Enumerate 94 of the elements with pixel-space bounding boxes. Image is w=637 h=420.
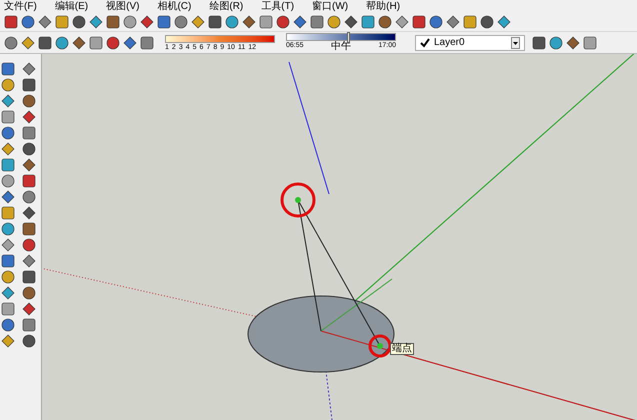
square-icon[interactable] xyxy=(55,15,69,29)
diamond-icon[interactable] xyxy=(1,190,15,204)
square-icon[interactable] xyxy=(1,302,15,316)
diamond-icon[interactable] xyxy=(22,206,36,220)
square-icon[interactable] xyxy=(1,110,15,124)
square-icon[interactable] xyxy=(1,62,15,76)
slider-thumb[interactable] xyxy=(347,32,350,43)
diamond-icon[interactable] xyxy=(22,254,36,268)
diamond-icon[interactable] xyxy=(344,15,358,29)
square-icon[interactable] xyxy=(22,270,36,284)
circle-icon[interactable] xyxy=(174,15,188,29)
diamond-icon[interactable] xyxy=(38,15,52,29)
square-icon[interactable] xyxy=(106,15,120,29)
diamond-icon[interactable] xyxy=(123,36,137,50)
diamond-icon[interactable] xyxy=(1,286,15,300)
diamond-icon[interactable] xyxy=(1,334,15,348)
circle-icon[interactable] xyxy=(22,142,36,156)
square-icon[interactable] xyxy=(583,36,597,50)
diamond-icon[interactable] xyxy=(395,15,409,29)
square-icon[interactable] xyxy=(1,206,15,220)
diamond-icon[interactable] xyxy=(21,36,35,50)
circle-icon[interactable] xyxy=(549,36,563,50)
menu-item[interactable]: 帮助(H) xyxy=(366,2,400,12)
menu-item[interactable]: 工具(T) xyxy=(261,2,294,12)
diamond-icon[interactable] xyxy=(1,142,15,156)
circle-icon[interactable] xyxy=(21,15,35,29)
diamond-icon[interactable] xyxy=(293,15,307,29)
circle-icon[interactable] xyxy=(225,15,239,29)
circle-icon[interactable] xyxy=(1,174,15,188)
diamond-icon[interactable] xyxy=(1,238,15,252)
square-icon[interactable] xyxy=(89,36,103,50)
square-icon[interactable] xyxy=(259,15,273,29)
square-icon[interactable] xyxy=(361,15,375,29)
circle-icon[interactable] xyxy=(1,78,15,92)
circle-icon[interactable] xyxy=(72,15,86,29)
square-icon[interactable] xyxy=(38,36,52,50)
circle-icon[interactable] xyxy=(429,15,443,29)
diamond-icon[interactable] xyxy=(566,36,580,50)
time-slider[interactable] xyxy=(286,33,396,41)
diamond-icon[interactable] xyxy=(497,15,511,29)
circle-icon[interactable] xyxy=(378,15,392,29)
square-icon[interactable] xyxy=(532,36,546,50)
circle-icon[interactable] xyxy=(1,222,15,236)
circle-icon[interactable] xyxy=(327,15,341,29)
square-icon[interactable] xyxy=(463,15,477,29)
menu-item[interactable]: 文件(F) xyxy=(4,2,37,12)
square-icon[interactable] xyxy=(1,158,15,172)
square-icon[interactable] xyxy=(1,254,15,268)
menu-item[interactable]: 绘图(R) xyxy=(209,2,244,12)
square-icon[interactable] xyxy=(22,318,36,332)
diamond-icon[interactable] xyxy=(191,15,205,29)
circle-icon[interactable] xyxy=(22,286,36,300)
diamond-icon[interactable] xyxy=(22,62,36,76)
circle-icon[interactable] xyxy=(22,94,36,108)
circle-icon[interactable] xyxy=(55,36,69,50)
circle-icon[interactable] xyxy=(1,318,15,332)
circle-icon[interactable] xyxy=(22,190,36,204)
square-icon[interactable] xyxy=(22,174,36,188)
square-icon[interactable] xyxy=(140,36,154,50)
diamond-icon[interactable] xyxy=(22,158,36,172)
diamond-icon[interactable] xyxy=(446,15,460,29)
square-icon[interactable] xyxy=(157,15,171,29)
shadow-gradient-bar[interactable] xyxy=(165,34,275,42)
circle-icon[interactable] xyxy=(276,15,290,29)
square-icon[interactable] xyxy=(412,15,426,29)
endpoint-tooltip: 端点 xyxy=(390,343,414,355)
menu-item[interactable]: 视图(V) xyxy=(106,2,140,12)
diamond-icon[interactable] xyxy=(22,302,36,316)
circle-icon[interactable] xyxy=(123,15,137,29)
diamond-icon[interactable] xyxy=(242,15,256,29)
square-icon[interactable] xyxy=(208,15,222,29)
square-icon[interactable] xyxy=(22,222,36,236)
circle-icon[interactable] xyxy=(1,270,15,284)
diamond-icon[interactable] xyxy=(22,110,36,124)
square-icon[interactable] xyxy=(22,78,36,92)
circle-icon[interactable] xyxy=(22,238,36,252)
layer-name: Layer0 xyxy=(434,36,466,50)
circle-icon[interactable] xyxy=(480,15,494,29)
diamond-icon[interactable] xyxy=(140,15,154,29)
menu-item[interactable]: 编辑(E) xyxy=(54,2,88,12)
square-icon[interactable] xyxy=(310,15,324,29)
time-label: 中午 xyxy=(331,42,351,52)
square-icon[interactable] xyxy=(4,15,18,29)
square-icon[interactable] xyxy=(22,126,36,140)
menu-item[interactable]: 相机(C) xyxy=(157,2,192,12)
menu-item[interactable]: 窗口(W) xyxy=(312,2,348,12)
diamond-icon[interactable] xyxy=(1,94,15,108)
circle-icon[interactable] xyxy=(4,36,18,50)
diamond-icon[interactable] xyxy=(72,36,86,50)
diamond-icon[interactable] xyxy=(89,15,103,29)
layer-dropdown[interactable]: Layer0 xyxy=(415,34,525,50)
circle-icon[interactable] xyxy=(1,126,15,140)
circle-icon[interactable] xyxy=(22,334,36,348)
circle-icon[interactable] xyxy=(106,36,120,50)
